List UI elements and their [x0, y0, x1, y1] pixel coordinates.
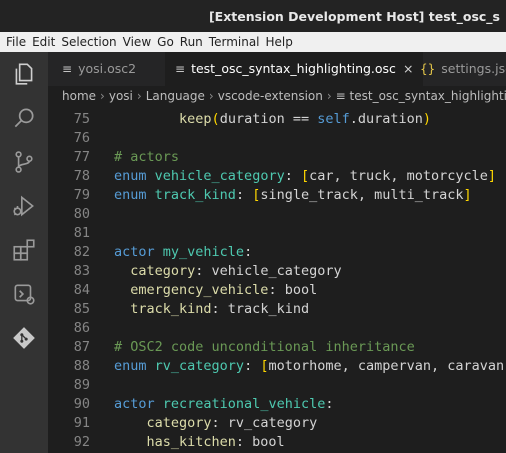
breadcrumb-yosi[interactable]: yosi — [109, 89, 133, 103]
chevron-right-icon: › — [136, 89, 142, 103]
line-number: 84 — [73, 282, 90, 298]
line-number: 79 — [73, 187, 90, 203]
title-bar: [Extension Development Host] test_osc_s — [0, 0, 506, 32]
tab-label: yosi.osc2 — [78, 61, 137, 76]
code-line[interactable]: 82 actor my_vehicle: — [48, 243, 506, 261]
code-text: actor recreational_vehicle: — [114, 396, 334, 412]
code-line[interactable]: 81 — [48, 224, 506, 242]
code-text: # OSC2 code unconditional inheritance — [114, 339, 415, 355]
line-number: 89 — [73, 377, 90, 393]
tab-test-osc-syntax[interactable]: ≡ test_osc_syntax_highlighting.osc × — [165, 52, 424, 86]
line-number: 78 — [73, 168, 90, 184]
breadcrumb-language[interactable]: Language — [146, 89, 205, 103]
line-number: 85 — [73, 301, 90, 317]
code-line[interactable]: 84 emergency_vehicle: bool — [48, 281, 506, 299]
window-title: [Extension Development Host] test_osc_s — [208, 9, 500, 24]
line-number: 87 — [73, 339, 90, 355]
code-line[interactable]: 76 — [48, 129, 506, 147]
line-number: 86 — [73, 320, 90, 336]
chevron-right-icon: › — [100, 89, 105, 103]
search-icon[interactable] — [0, 96, 48, 140]
code-line[interactable]: 80 — [48, 205, 506, 223]
line-number: 81 — [73, 225, 90, 241]
json-icon: {} — [420, 62, 436, 76]
file-icon: ≡ — [62, 62, 73, 76]
breadcrumb-home[interactable]: home — [62, 89, 96, 103]
code-line[interactable]: 90 actor recreational_vehicle: — [48, 395, 506, 413]
code-editor[interactable]: 75 keep(duration == self.duration) 76 77 # … — [48, 106, 506, 453]
tab-bar: ≡ yosi.osc2 ≡ test_osc_syntax_highlighting… — [48, 52, 506, 86]
line-number: 77 — [73, 149, 90, 165]
line-number: 90 — [73, 396, 90, 412]
breadcrumb-file[interactable]: ≡ test_osc_syntax_highlightin — [336, 89, 506, 103]
breadcrumb-vscode-extension[interactable]: vscode-extension — [218, 89, 323, 103]
chevron-right-icon: › — [208, 89, 214, 103]
code-text: category: vehicle_category — [130, 263, 342, 279]
menu-go[interactable]: Go — [154, 32, 177, 52]
code-text: enum track_kind: [single_track, multi_tr… — [114, 187, 472, 203]
code-line[interactable]: 89 — [48, 376, 506, 394]
line-number: 88 — [73, 358, 90, 374]
extensions-icon[interactable] — [0, 228, 48, 272]
code-text: keep(duration == self.duration) — [179, 111, 432, 127]
code-line[interactable]: 92 has_kitchen: bool — [48, 433, 506, 451]
code-text: category: rv_category — [146, 415, 318, 431]
line-number: 76 — [73, 130, 90, 146]
line-number: 82 — [73, 244, 90, 260]
close-icon[interactable]: × — [403, 61, 413, 76]
code-line[interactable]: 91 category: rv_category — [48, 414, 506, 432]
code-text: enum rv_category: [motorhome, campervan,… — [114, 358, 506, 374]
remote-explorer-icon[interactable] — [0, 272, 48, 316]
code-text: emergency_vehicle: bool — [130, 282, 318, 298]
run-debug-icon[interactable] — [0, 184, 48, 228]
code-line[interactable]: 88 enum rv_category: [motorhome, camperva… — [48, 357, 506, 375]
code-text: actor my_vehicle: — [114, 244, 253, 260]
menu-help[interactable]: Help — [263, 32, 296, 52]
line-number: 92 — [73, 434, 90, 450]
code-line[interactable]: 87 # OSC2 code unconditional inheritance — [48, 338, 506, 356]
explorer-icon[interactable] — [0, 52, 48, 96]
menu-bar: File Edit Selection View Go Run Terminal Help — [0, 32, 506, 52]
file-icon: ≡ — [175, 62, 186, 76]
menu-selection[interactable]: Selection — [58, 32, 119, 52]
code-text: enum vehicle_category: [car, truck, moto… — [114, 168, 497, 184]
menu-edit[interactable]: Edit — [29, 32, 58, 52]
line-number: 83 — [73, 263, 90, 279]
git-icon[interactable] — [0, 316, 48, 360]
code-line[interactable]: 78 enum vehicle_category: [car, truck, mo… — [48, 167, 506, 185]
tab-yosi-osc2[interactable]: ≡ yosi.osc2 — [62, 52, 136, 86]
source-control-icon[interactable] — [0, 140, 48, 184]
code-line[interactable]: 85 track_kind: track_kind — [48, 300, 506, 318]
line-number: 91 — [73, 415, 90, 431]
menu-run[interactable]: Run — [177, 32, 206, 52]
code-line[interactable]: 83 category: vehicle_category — [48, 262, 506, 280]
menu-view[interactable]: View — [120, 32, 154, 52]
code-line[interactable]: 75 keep(duration == self.duration) — [48, 110, 506, 128]
tab-label: settings.json — [441, 61, 506, 76]
menu-file[interactable]: File — [0, 32, 29, 52]
line-number: 75 — [73, 111, 90, 127]
tab-label: test_osc_syntax_highlighting.osc — [191, 61, 396, 76]
activity-bar — [0, 52, 48, 453]
code-text: track_kind: track_kind — [130, 301, 310, 317]
code-line[interactable]: 86 — [48, 319, 506, 337]
code-line[interactable]: 77 # actors — [48, 148, 506, 166]
code-text: # actors — [114, 149, 180, 165]
menu-terminal[interactable]: Terminal — [206, 32, 263, 52]
code-line[interactable]: 79 enum track_kind: [single_track, multi_… — [48, 186, 506, 204]
code-text: has_kitchen: bool — [146, 434, 285, 450]
breadcrumb: home › yosi › Language › vscode-extension › ≡ te… — [48, 86, 506, 106]
tab-settings-json[interactable]: {} settings.json — [420, 52, 506, 86]
chevron-right-icon: › — [326, 89, 332, 103]
line-number: 80 — [73, 206, 90, 222]
